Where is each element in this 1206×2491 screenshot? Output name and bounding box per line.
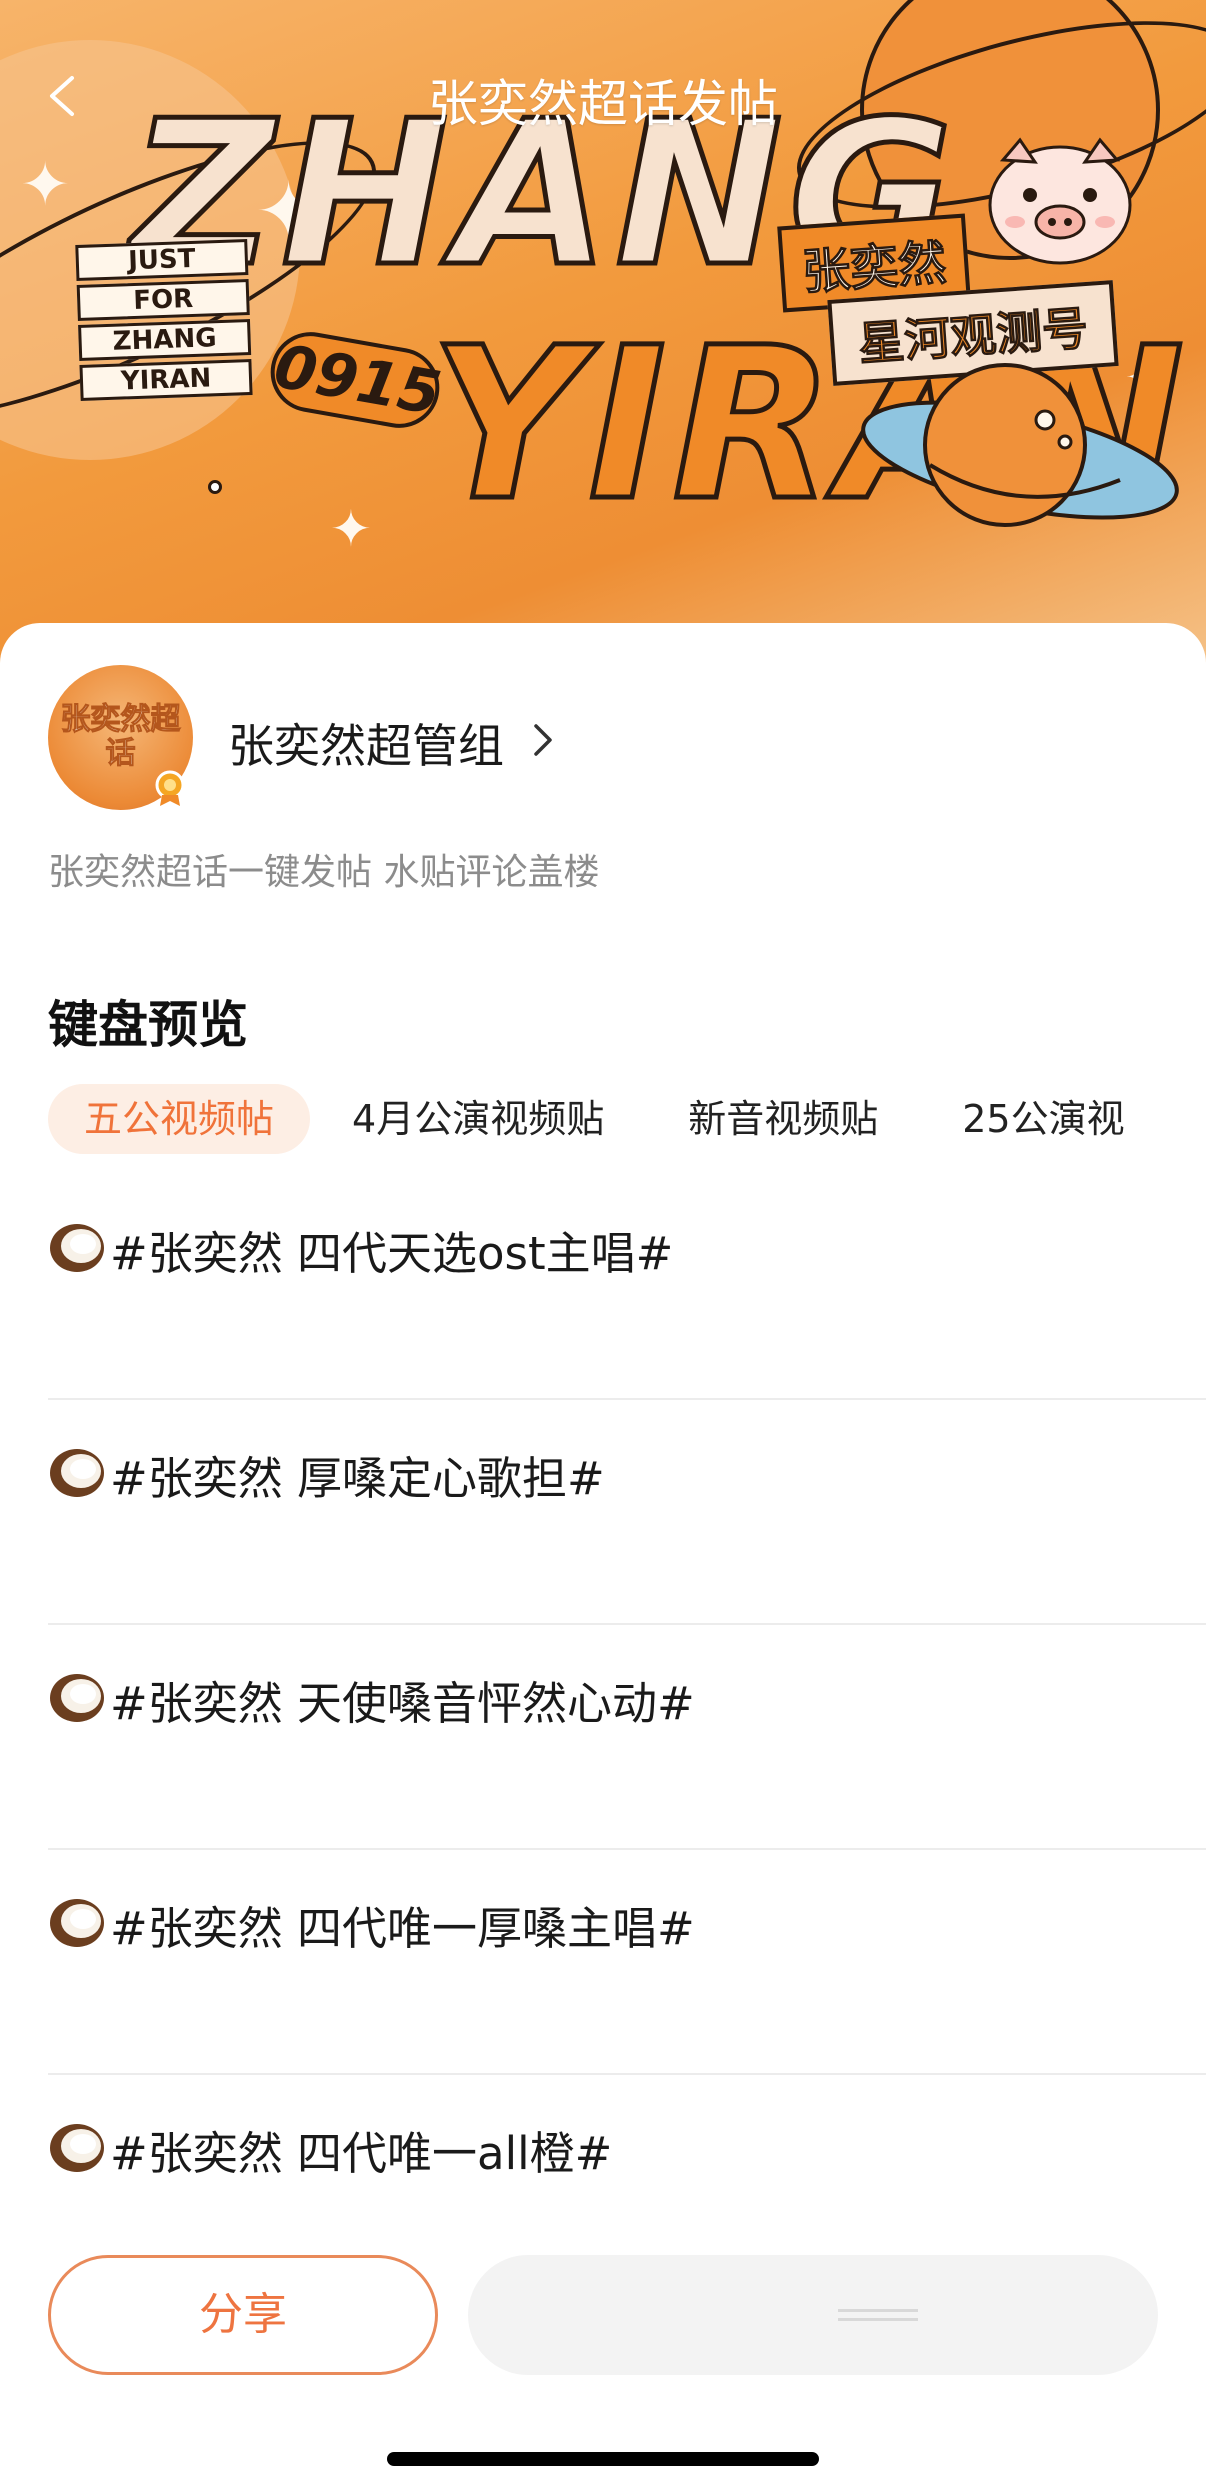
nav-bar: 张奕然超话发帖 [0,0,1206,200]
list-item[interactable]: #张奕然 四代天选ost主唱# [48,1175,1206,1400]
coconut-icon [50,1674,104,1722]
list-item[interactable]: #张奕然 四代唯一厚嗓主唱# [48,1850,1206,2075]
badge-icon [155,770,185,806]
coconut-icon [50,1224,104,1272]
chevron-right-icon[interactable] [530,722,556,758]
share-button[interactable]: 分享 [48,2255,438,2375]
post-text: #张奕然 厚嗓定心歌担# [110,1452,605,1505]
tab-new-music-video[interactable]: 新音视频贴 [666,1084,900,1154]
loading-icon [838,2309,918,2321]
avatar-text: 张奕然超话 [60,702,181,771]
list-item[interactable]: #张奕然 厚嗓定心歌担# [48,1400,1206,1625]
tab-25-video[interactable]: 25公演视 [940,1084,1146,1154]
tab-april-video[interactable]: 4月公演视频贴 [330,1084,626,1154]
owner-description: 张奕然超话一键发帖 水贴评论盖楼 [48,852,600,893]
date-badge: 0915 [264,325,446,435]
post-text: #张奕然 天使嗓音怦然心动# [110,1677,695,1730]
list-item[interactable]: #张奕然 天使嗓音怦然心动# [48,1625,1206,1850]
tab-bar: 五公视频帖 4月公演视频贴 新音视频贴 25公演视 [48,1084,1206,1154]
tag-line: YIRAN [79,358,253,401]
home-indicator [387,2452,819,2466]
post-text: #张奕然 四代唯一all橙# [110,2127,613,2180]
owner-name[interactable]: 张奕然超管组 [228,710,504,776]
page-title: 张奕然超话发帖 [428,75,778,133]
coconut-icon [50,2124,104,2172]
post-list: #张奕然 四代天选ost主唱# #张奕然 厚嗓定心歌担# #张奕然 天使嗓音怦然… [48,1175,1206,2300]
sparkle-icon: ✦ [330,500,372,558]
saturn-icon [861,363,1179,527]
tab-five-video[interactable]: 五公视频帖 [48,1084,311,1154]
tag-line: ZHANG [78,318,252,361]
coconut-icon [50,1899,104,1947]
tag-line: JUST [75,239,249,282]
post-text: #张奕然 四代天选ost主唱# [110,1227,674,1280]
banner-tag: JUST FOR ZHANG YIRAN [75,233,253,411]
post-text: #张奕然 四代唯一厚嗓主唱# [110,1902,695,1955]
coconut-icon [50,1449,104,1497]
star-dot [208,480,222,494]
tag-line: FOR [76,279,250,322]
section-title: 键盘预览 [48,996,248,1054]
post-button[interactable] [468,2255,1158,2375]
